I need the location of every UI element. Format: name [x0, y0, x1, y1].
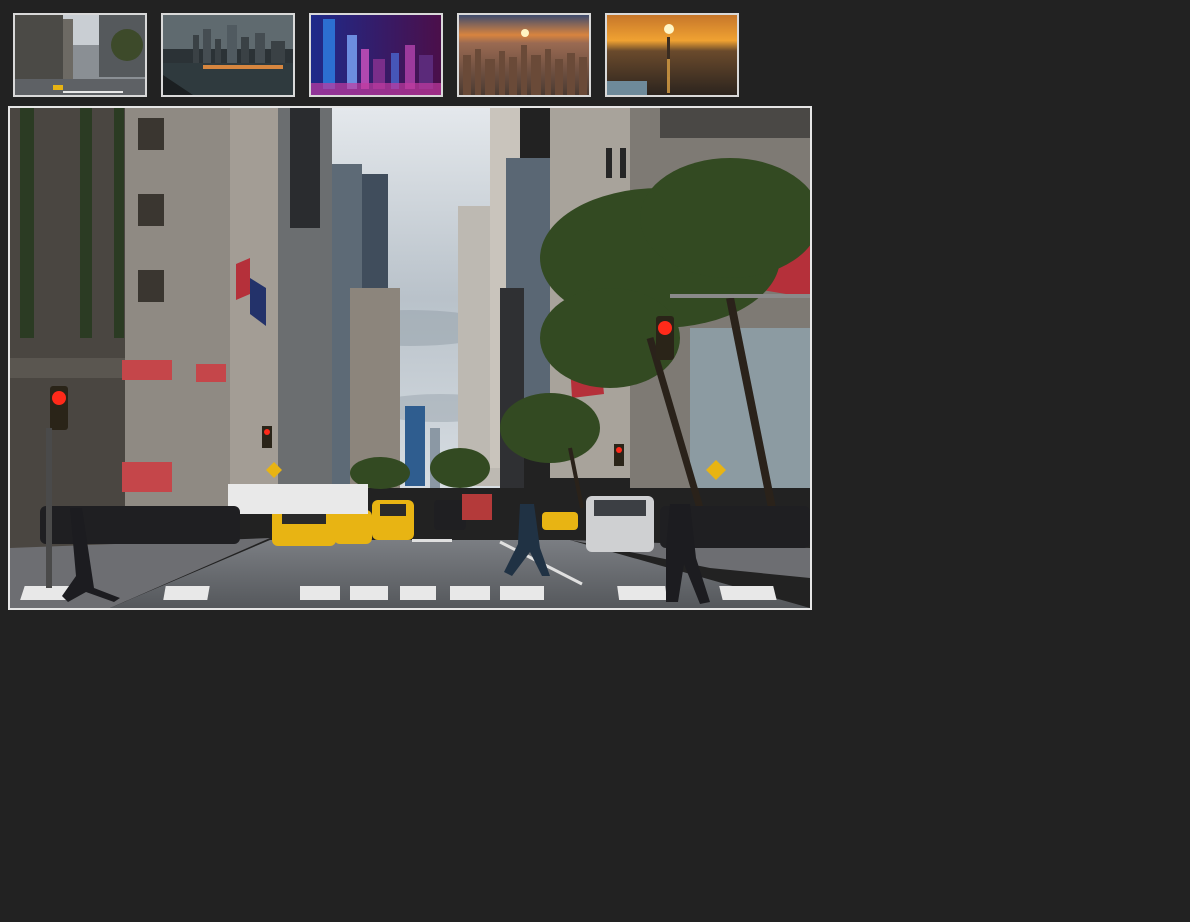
main-image-viewer: street-avenue-daytime — [8, 106, 812, 610]
thumbnail-strip — [13, 13, 739, 97]
thumbnail-2[interactable] — [161, 13, 295, 97]
main-image-subject: street-avenue-daytime — [10, 608, 11, 609]
main-image-street-avenue — [10, 108, 810, 608]
thumbnail-4[interactable] — [457, 13, 591, 97]
thumbnail-image-golden-hour — [607, 15, 737, 95]
thumbnail-3[interactable] — [309, 13, 443, 97]
thumbnail-image-night-skyline — [311, 15, 441, 95]
thumbnail-image-harbor — [163, 15, 293, 95]
thumbnail-1[interactable] — [13, 13, 147, 97]
thumbnail-5[interactable] — [605, 13, 739, 97]
thumbnail-image-aerial-sunset — [459, 15, 589, 95]
thumbnail-image-street — [15, 15, 145, 95]
